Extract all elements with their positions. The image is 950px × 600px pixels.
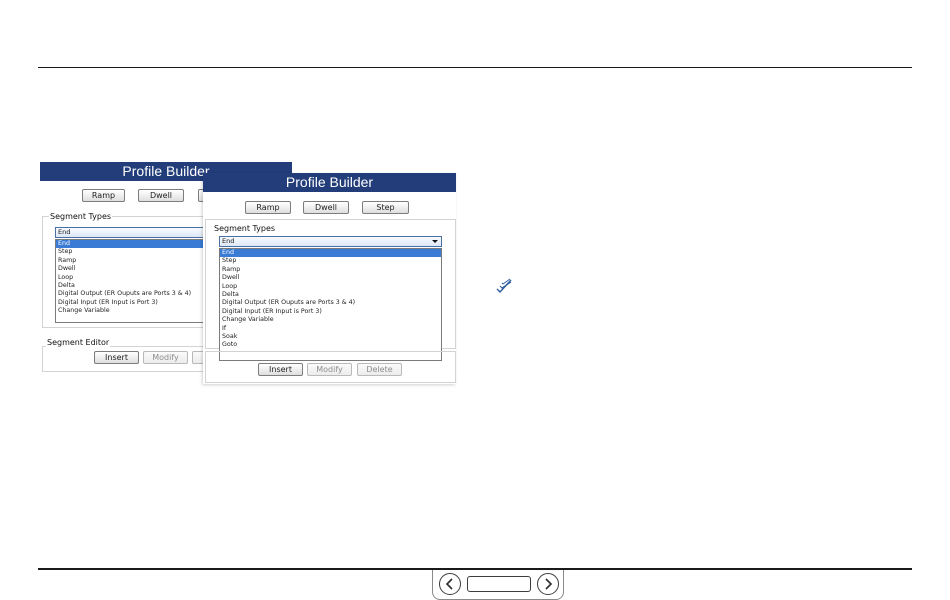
page-navigator [432, 570, 564, 600]
list-item[interactable]: Digital Input (ER Input is Port 3) [220, 308, 441, 316]
list-item[interactable]: Loop [220, 283, 441, 291]
header-rule [38, 67, 912, 68]
list-item[interactable]: If [220, 325, 441, 333]
list-item[interactable]: Loop [56, 274, 214, 282]
segment-types-label: Segment Types [49, 212, 113, 222]
insert-button[interactable]: Insert [258, 363, 303, 376]
segment-type-dropdown[interactable]: End Step Ramp Dwell Loop Delta Digital Output … [219, 248, 442, 361]
list-item[interactable]: Dwell [56, 265, 214, 273]
list-item[interactable]: End [220, 249, 441, 258]
chevron-down-icon [432, 240, 438, 243]
dwell-button[interactable]: Dwell [303, 201, 349, 214]
chevron-left-icon [445, 578, 453, 590]
window-title: Profile Builder [203, 173, 456, 192]
step-button[interactable]: Step [362, 201, 409, 214]
combo-value: End [58, 228, 71, 236]
list-item[interactable]: Digital Output (ER Ouputs are Ports 3 & … [220, 299, 441, 307]
chevron-right-icon [545, 578, 553, 590]
delete-button[interactable]: Delete [357, 363, 402, 376]
list-item[interactable]: Digital Input (ER Input is Port 3) [56, 299, 214, 307]
next-page-button[interactable] [537, 573, 559, 595]
list-item[interactable]: Digital Output (ER Ouputs are Ports 3 & … [56, 290, 214, 298]
segment-editor-label: Segment Editor [46, 338, 111, 348]
list-item[interactable]: Delta [220, 291, 441, 299]
combo-value: End [222, 237, 235, 245]
profile-builder-window-front: Profile Builder Ramp Dwell Step Segment … [203, 173, 456, 384]
insert-button[interactable]: Insert [94, 351, 139, 364]
list-item[interactable]: Goto [220, 341, 441, 349]
list-item[interactable]: Change Variable [56, 307, 214, 315]
list-item[interactable]: Change Variable [220, 316, 441, 324]
double-check-icon [496, 278, 512, 293]
list-item[interactable]: Delta [56, 282, 214, 290]
list-item[interactable]: Ramp [220, 266, 441, 274]
list-item[interactable]: Soak [220, 333, 441, 341]
dwell-button[interactable]: Dwell [138, 189, 184, 202]
list-item[interactable]: Step [56, 248, 214, 256]
prev-page-button[interactable] [439, 573, 461, 595]
ramp-button[interactable]: Ramp [245, 201, 291, 214]
list-item[interactable]: Ramp [56, 257, 214, 265]
segment-type-combo[interactable]: End [219, 236, 442, 247]
list-item[interactable]: Dwell [220, 274, 441, 282]
modify-button[interactable]: Modify [307, 363, 352, 376]
ramp-button[interactable]: Ramp [82, 189, 125, 202]
page-number-field[interactable] [467, 576, 531, 592]
segment-type-combo[interactable]: End [55, 227, 215, 238]
modify-button[interactable]: Modify [143, 351, 188, 364]
list-item[interactable]: End [56, 240, 214, 249]
segment-types-label: Segment Types [213, 224, 277, 234]
list-item[interactable]: Step [220, 257, 441, 265]
segment-type-list[interactable]: End Step Ramp Dwell Loop Delta Digital Output … [55, 239, 215, 323]
